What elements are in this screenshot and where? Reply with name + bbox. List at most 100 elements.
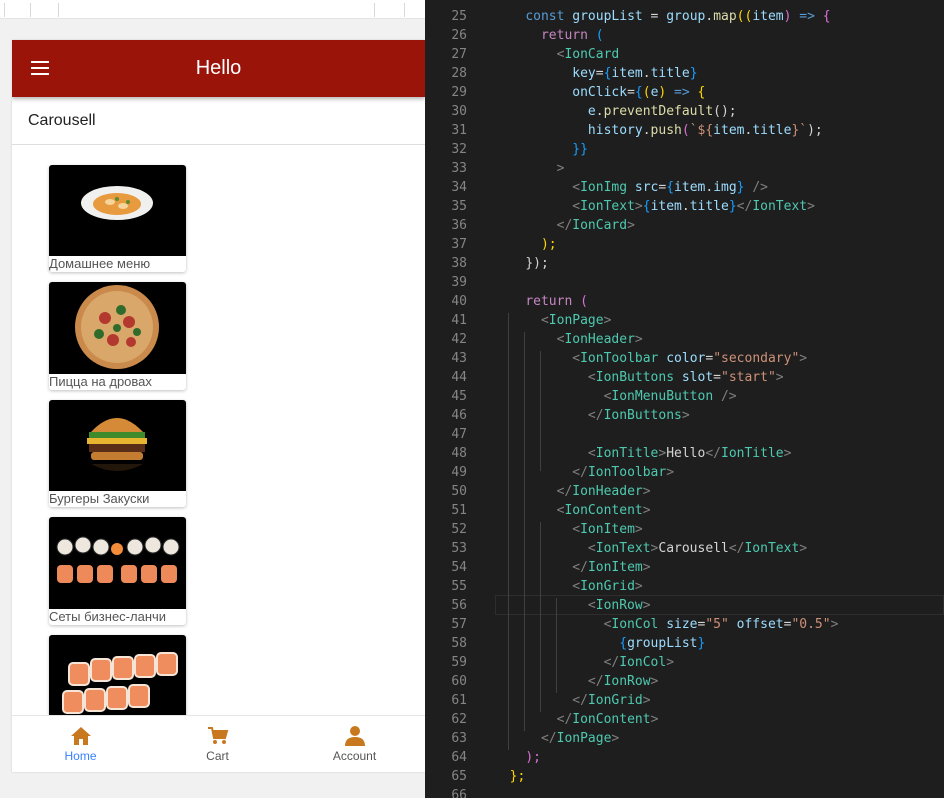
code-line[interactable]: 34 <IonImg src={item.img} /> [425, 178, 944, 197]
line-number: 66 [451, 788, 467, 798]
line-number: 33 [451, 161, 467, 176]
code-text: onClick={(e) => { [572, 85, 706, 100]
category-card[interactable]: Домашнее меню [49, 165, 186, 272]
line-number: 42 [451, 332, 467, 347]
code-line[interactable]: 28 key={item.title} [425, 64, 944, 83]
code-text: <IonButtons slot="start"> [587, 370, 784, 385]
code-line[interactable]: 58 {groupList} [425, 634, 944, 653]
code-line[interactable]: 35 <IonText>{item.title}</IonText> [425, 197, 944, 216]
code-line[interactable]: 46 </IonButtons> [425, 406, 944, 425]
code-text: history.push(`${item.title}`); [587, 123, 823, 138]
card-title: Бургеры Закуски [49, 491, 150, 506]
code-line[interactable]: 32 }} [425, 140, 944, 159]
code-line[interactable]: 57 <IonCol size="5" offset="0.5"> [425, 615, 944, 634]
line-number: 58 [451, 636, 467, 651]
code-line[interactable]: 61 </IonGrid> [425, 691, 944, 710]
tab-label: Cart [206, 749, 229, 763]
browser-viewport: Hello Carousell Домашнее меню Пицца на д… [0, 0, 425, 798]
code-text: ); [525, 750, 541, 765]
code-line[interactable]: 62 </IonContent> [425, 710, 944, 729]
soup-bowl-image [49, 165, 186, 256]
code-text: <IonRow> [587, 598, 651, 613]
line-number: 63 [451, 731, 467, 746]
pizza-image [49, 282, 186, 374]
code-line[interactable]: 45 <IonMenuButton /> [425, 387, 944, 406]
code-line[interactable]: 54 </IonItem> [425, 558, 944, 577]
code-text: e.preventDefault(); [587, 104, 737, 119]
code-text: }} [572, 142, 588, 157]
line-number: 27 [451, 47, 467, 62]
code-line[interactable]: 55 <IonGrid> [425, 577, 944, 596]
code-line[interactable]: 27 <IonCard [425, 45, 944, 64]
code-text: return ( [540, 28, 604, 43]
code-line[interactable]: 30 e.preventDefault(); [425, 102, 944, 121]
category-card[interactable]: Сеты бизнес-ланчи [49, 517, 186, 625]
line-number: 39 [451, 275, 467, 290]
line-number: 57 [451, 617, 467, 632]
code-text: return ( [525, 294, 588, 309]
line-number: 55 [451, 579, 467, 594]
code-line[interactable]: 37 ); [425, 235, 944, 254]
code-line[interactable]: 52 <IonItem> [425, 520, 944, 539]
code-line[interactable]: 29 onClick={(e) => { [425, 83, 944, 102]
code-line[interactable]: 31 history.push(`${item.title}`); [425, 121, 944, 140]
line-number: 47 [451, 427, 467, 442]
code-line[interactable]: 47 [425, 425, 944, 444]
code-line[interactable]: 44 <IonButtons slot="start"> [425, 368, 944, 387]
line-number: 50 [451, 484, 467, 499]
code-line[interactable]: 60 </IonRow> [425, 672, 944, 691]
tab-label: Account [332, 749, 377, 763]
category-card[interactable]: Пицца на дровах [49, 282, 186, 390]
code-line[interactable]: 26 return ( [425, 26, 944, 45]
burger-image [49, 400, 186, 491]
tab-cart[interactable]: Cart [149, 716, 286, 772]
line-number: 28 [451, 66, 467, 81]
code-line[interactable]: 49 </IonToolbar> [425, 463, 944, 482]
carousell-label: Carousell [28, 112, 96, 129]
home-icon [71, 727, 91, 745]
line-number: 56 [451, 598, 467, 613]
code-line[interactable]: 66 [425, 786, 944, 798]
code-text: key={item.title} [572, 66, 698, 81]
line-number: 43 [451, 351, 467, 366]
line-number: 30 [451, 104, 467, 119]
tab-account[interactable]: Account [286, 716, 423, 772]
code-text: }; [509, 769, 526, 784]
category-card[interactable]: Бургеры Закуски [49, 400, 186, 507]
tab-bar: Home Cart Account [12, 715, 425, 772]
code-line[interactable]: 38 }); [425, 254, 944, 273]
code-text: {groupList} [619, 636, 706, 651]
line-number: 51 [451, 503, 467, 518]
code-line[interactable]: 56 <IonRow> [425, 596, 944, 615]
code-line[interactable]: 33 > [425, 159, 944, 178]
code-text: </IonGrid> [572, 693, 651, 708]
code-text: const groupList = group.map((item) => { [525, 9, 831, 24]
code-editor[interactable]: 25 const groupList = group.map((item) =>… [425, 0, 944, 798]
line-number: 32 [451, 142, 467, 157]
code-line[interactable]: 48 <IonTitle>Hello</IonTitle> [425, 444, 944, 463]
line-number: 29 [451, 85, 467, 100]
line-number: 64 [451, 750, 467, 765]
code-line[interactable]: 63 </IonPage> [425, 729, 944, 748]
line-number: 40 [451, 294, 467, 309]
code-line[interactable]: 50 </IonHeader> [425, 482, 944, 501]
line-number: 53 [451, 541, 467, 556]
code-line[interactable]: 41 <IonPage> [425, 311, 944, 330]
code-text: ); [540, 237, 557, 252]
code-line[interactable]: 25 const groupList = group.map((item) =>… [425, 7, 944, 26]
code-line[interactable]: 59 </IonCol> [425, 653, 944, 672]
code-line[interactable]: 42 <IonHeader> [425, 330, 944, 349]
line-number: 65 [451, 769, 467, 784]
sushi-set-image [49, 517, 186, 609]
code-line[interactable]: 51 <IonContent> [425, 501, 944, 520]
carousell-item[interactable]: Carousell [12, 97, 425, 145]
tab-home[interactable]: Home [12, 716, 149, 772]
code-text: > [556, 161, 565, 176]
code-line[interactable]: 65 }; [425, 767, 944, 786]
code-line[interactable]: 53 <IonText>Carousell</IonText> [425, 539, 944, 558]
code-line[interactable]: 39 [425, 273, 944, 292]
code-line[interactable]: 36 </IonCard> [425, 216, 944, 235]
code-line[interactable]: 43 <IonToolbar color="secondary"> [425, 349, 944, 368]
code-line[interactable]: 64 ); [425, 748, 944, 767]
code-line[interactable]: 40 return ( [425, 292, 944, 311]
